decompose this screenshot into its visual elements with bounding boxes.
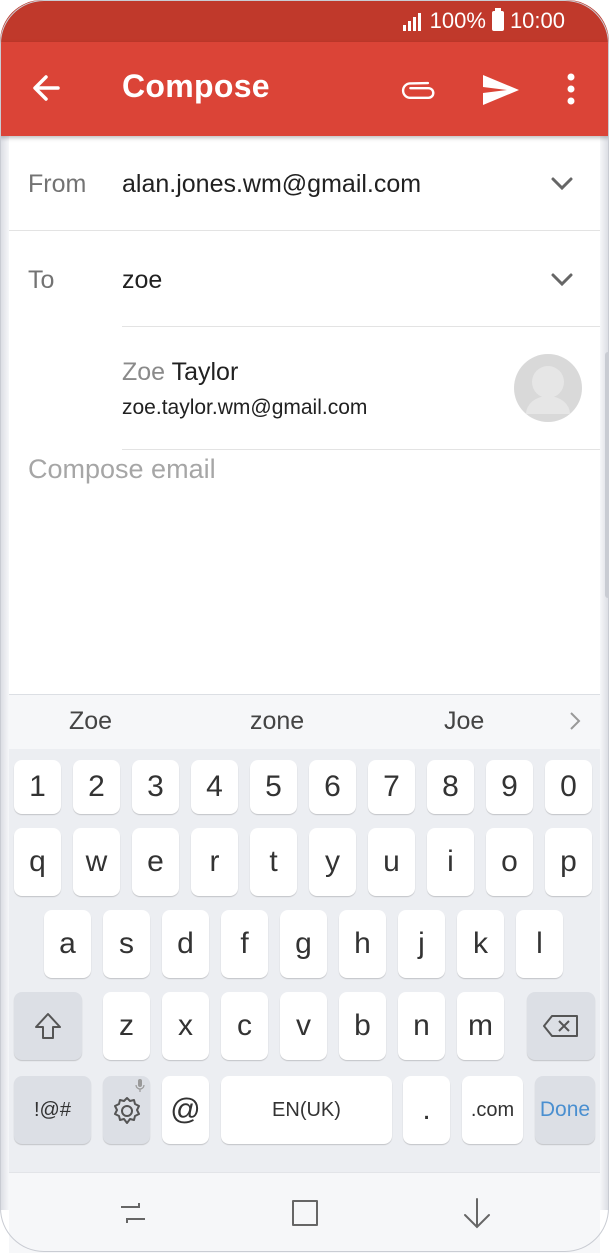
left-bezel xyxy=(0,40,9,1210)
key-6[interactable]: 6 xyxy=(309,760,356,814)
key-9[interactable]: 9 xyxy=(486,760,533,814)
navigation-bar xyxy=(9,1172,600,1253)
divider xyxy=(122,449,600,450)
back-arrow-icon[interactable] xyxy=(28,68,68,108)
signal-icon xyxy=(402,11,424,31)
divider xyxy=(9,230,600,231)
word-suggestion[interactable]: zone xyxy=(250,707,304,736)
chevron-down-icon[interactable] xyxy=(548,174,576,194)
gear-icon xyxy=(113,1097,140,1124)
at-key[interactable]: @ xyxy=(162,1076,209,1144)
from-field[interactable]: alan.jones.wm@gmail.com xyxy=(122,170,421,199)
chevron-right-icon[interactable] xyxy=(567,709,583,733)
settings-key[interactable] xyxy=(103,1076,150,1144)
attachment-icon[interactable] xyxy=(398,70,440,110)
key-0[interactable]: 0 xyxy=(545,760,592,814)
key-i[interactable]: i xyxy=(427,828,474,896)
to-field[interactable]: zoe xyxy=(122,266,162,295)
shift-arrow-icon xyxy=(35,1013,61,1039)
suggestion-bar: Zoe zone Joe xyxy=(9,694,600,749)
status-bar: 100% 10:00 xyxy=(0,0,609,42)
key-z[interactable]: z xyxy=(103,992,150,1060)
key-f[interactable]: f xyxy=(221,910,268,978)
backspace-key[interactable] xyxy=(527,992,595,1060)
key-o[interactable]: o xyxy=(486,828,533,896)
recent-apps-icon[interactable] xyxy=(115,1195,151,1231)
key-1[interactable]: 1 xyxy=(14,760,61,814)
space-key[interactable]: EN(UK) xyxy=(221,1076,392,1144)
to-label: To xyxy=(28,266,55,294)
key-k[interactable]: k xyxy=(457,910,504,978)
compose-email-input[interactable]: Compose email xyxy=(28,454,216,485)
backspace-icon xyxy=(543,1015,578,1037)
keyboard: Zoe zone Joe 1 2 3 4 5 6 7 8 9 0 q w e r… xyxy=(9,694,600,1172)
key-u[interactable]: u xyxy=(368,828,415,896)
avatar xyxy=(514,354,582,422)
key-p[interactable]: p xyxy=(545,828,592,896)
key-y[interactable]: y xyxy=(309,828,356,896)
more-options-icon[interactable] xyxy=(556,68,586,112)
right-bezel xyxy=(600,40,609,1210)
word-suggestion[interactable]: Joe xyxy=(444,707,484,736)
side-button xyxy=(605,352,609,598)
key-v[interactable]: v xyxy=(280,992,327,1060)
key-8[interactable]: 8 xyxy=(427,760,474,814)
key-d[interactable]: d xyxy=(162,910,209,978)
key-7[interactable]: 7 xyxy=(368,760,415,814)
dotcom-key[interactable]: .com xyxy=(462,1076,523,1144)
key-l[interactable]: l xyxy=(516,910,563,978)
battery-percent: 100% xyxy=(429,8,486,33)
shift-key[interactable] xyxy=(14,992,82,1060)
suggestion-typed-part: Zoe xyxy=(122,358,166,386)
key-n[interactable]: n xyxy=(398,992,445,1060)
key-t[interactable]: t xyxy=(250,828,297,896)
page-title: Compose xyxy=(122,68,270,104)
key-w[interactable]: w xyxy=(73,828,120,896)
clock: 10:00 xyxy=(509,8,565,33)
key-2[interactable]: 2 xyxy=(73,760,120,814)
key-r[interactable]: r xyxy=(191,828,238,896)
contact-suggestion-email[interactable]: zoe.taylor.wm@gmail.com xyxy=(122,396,367,420)
word-suggestion[interactable]: Zoe xyxy=(69,707,112,736)
done-key[interactable]: Done xyxy=(535,1076,595,1144)
key-m[interactable]: m xyxy=(457,992,504,1060)
back-nav-icon[interactable] xyxy=(459,1195,495,1231)
battery-icon xyxy=(491,8,504,31)
home-icon[interactable] xyxy=(287,1195,323,1231)
key-q[interactable]: q xyxy=(14,828,61,896)
chevron-down-icon[interactable] xyxy=(548,270,576,290)
microphone-icon xyxy=(135,1079,145,1092)
key-4[interactable]: 4 xyxy=(191,760,238,814)
key-h[interactable]: h xyxy=(339,910,386,978)
symbols-key[interactable]: !@# xyxy=(14,1076,91,1144)
key-b[interactable]: b xyxy=(339,992,386,1060)
key-a[interactable]: a xyxy=(44,910,91,978)
key-s[interactable]: s xyxy=(103,910,150,978)
app-bar: Compose xyxy=(0,42,609,136)
key-g[interactable]: g xyxy=(280,910,327,978)
from-label: From xyxy=(28,170,87,198)
key-e[interactable]: e xyxy=(132,828,179,896)
divider xyxy=(122,326,600,327)
key-3[interactable]: 3 xyxy=(132,760,179,814)
period-key[interactable]: . xyxy=(403,1076,450,1144)
key-c[interactable]: c xyxy=(221,992,268,1060)
contact-suggestion-name[interactable]: Zoe Taylor xyxy=(122,358,238,387)
suggestion-rest-part: Taylor xyxy=(165,358,239,386)
send-icon[interactable] xyxy=(480,70,522,110)
key-x[interactable]: x xyxy=(162,992,209,1060)
key-j[interactable]: j xyxy=(398,910,445,978)
key-5[interactable]: 5 xyxy=(250,760,297,814)
